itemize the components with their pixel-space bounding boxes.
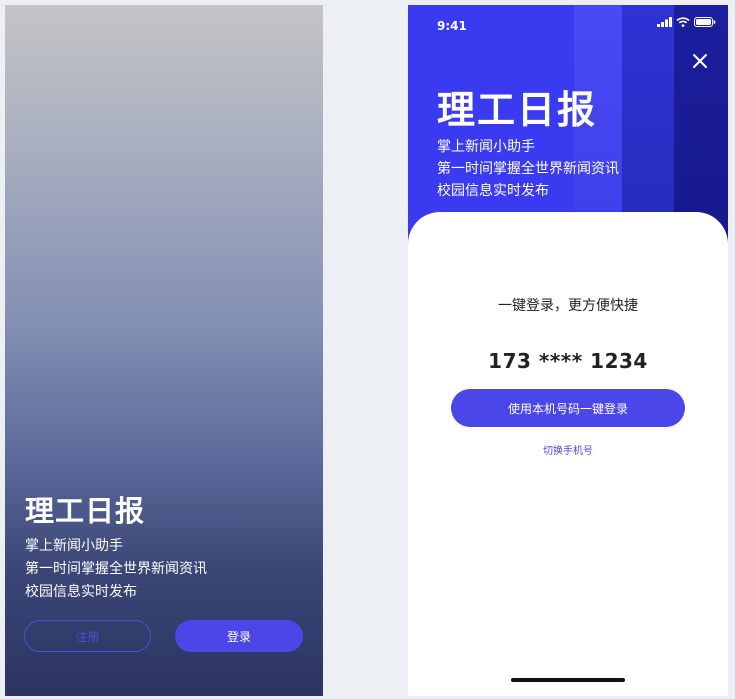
home-indicator bbox=[511, 678, 625, 682]
battery-icon bbox=[694, 17, 716, 27]
status-icons bbox=[657, 17, 716, 27]
app-title: 理工日报 bbox=[437, 88, 598, 132]
login-button[interactable]: 登录 bbox=[175, 620, 303, 652]
switch-number-link[interactable]: 切换手机号 bbox=[408, 442, 728, 457]
subtitle-line-3: 校园信息实时发布 bbox=[25, 584, 137, 600]
subtitle-line-2: 第一时间掌握全世界新闻资讯 bbox=[437, 161, 619, 177]
card-heading: 一键登录，更方便快捷 bbox=[498, 298, 638, 314]
subtitle-line-2: 第一时间掌握全世界新闻资讯 bbox=[25, 561, 207, 577]
one-key-login-button[interactable]: 使用本机号码一键登录 bbox=[451, 389, 685, 427]
register-button[interactable]: 注册 bbox=[24, 620, 151, 652]
masked-phone-number: 173 **** 1234 bbox=[488, 349, 648, 373]
wifi-icon bbox=[676, 17, 690, 27]
welcome-screen: 理工日报 掌上新闻小助手 第一时间掌握全世界新闻资讯 校园信息实时发布 注册 登… bbox=[5, 5, 323, 696]
subtitle-line-1: 掌上新闻小助手 bbox=[437, 139, 535, 155]
close-icon[interactable] bbox=[689, 50, 711, 72]
signal-icon bbox=[657, 17, 672, 27]
app-title: 理工日报 bbox=[25, 494, 146, 528]
login-screen: 9:41 理工日报 掌上新闻小助手 第一时间掌握全世界新闻资讯 校园信息实时发布… bbox=[408, 5, 728, 696]
subtitle-line-3: 校园信息实时发布 bbox=[437, 183, 549, 199]
status-time: 9:41 bbox=[437, 19, 467, 33]
subtitle-line-1: 掌上新闻小助手 bbox=[25, 538, 123, 554]
